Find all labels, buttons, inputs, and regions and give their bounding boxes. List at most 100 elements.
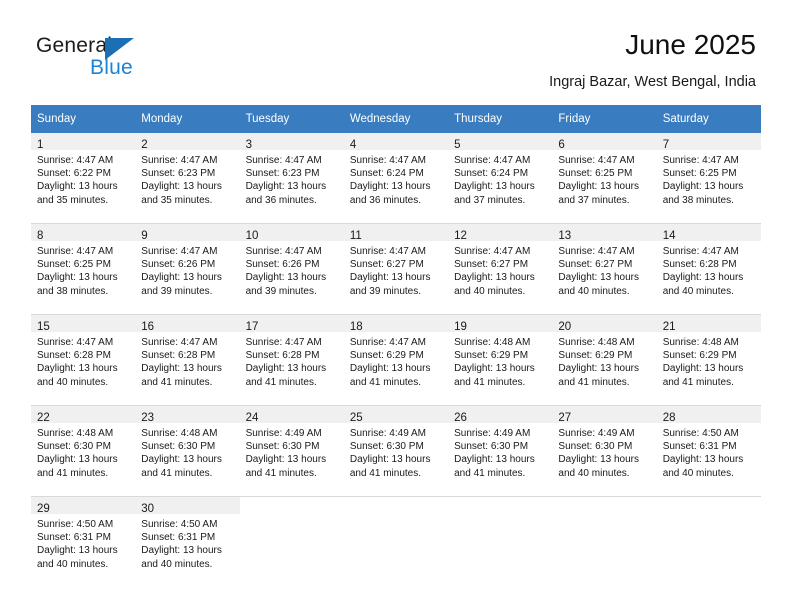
- weekday-header-wednesday: Wednesday: [343, 105, 449, 133]
- day-details: Sunrise: 4:48 AM Sunset: 6:29 PM Daylight:…: [448, 332, 552, 389]
- calendar-cell[interactable]: 1 Sunrise: 4:47 AM Sunset: 6:22 PM Daylight…: [31, 133, 136, 224]
- sunrise-time: Sunrise: 4:47 AM: [37, 155, 114, 166]
- calendar-cell[interactable]: 12 Sunrise: 4:47 AM Sunset: 6:27 PM Dayligh…: [448, 223, 553, 315]
- day-details: Sunrise: 4:48 AM Sunset: 6:30 PM Daylight:…: [135, 423, 239, 480]
- daylight-duration-line2: and 40 minutes.: [37, 376, 109, 388]
- daylight-duration-line2: and 41 minutes.: [141, 376, 213, 388]
- calendar-cell[interactable]: 11 Sunrise: 4:47 AM Sunset: 6:27 PM Dayligh…: [343, 223, 449, 315]
- day-number: 26: [454, 412, 467, 424]
- daylight-duration-line2: and 40 minutes.: [141, 558, 213, 570]
- calendar-cell[interactable]: 17 Sunrise: 4:47 AM Sunset: 6:28 PM Dayligh…: [239, 314, 344, 406]
- day-number: 27: [558, 412, 572, 424]
- daylight-duration-line1: Daylight: 13 hours: [662, 181, 744, 193]
- day-number: 21: [662, 321, 676, 333]
- day-number: 1: [37, 139, 44, 151]
- day-details: Sunrise: 4:47 AM Sunset: 6:26 PM Daylight:…: [135, 241, 239, 298]
- calendar-cell[interactable]: 4 Sunrise: 4:47 AM Sunset: 6:24 PM Daylight…: [343, 133, 449, 224]
- sunset-time: Sunset: 6:28 PM: [245, 350, 320, 362]
- day-number-band: 26: [448, 406, 553, 424]
- day-number: 13: [558, 230, 572, 242]
- sunrise-time: Sunrise: 4:50 AM: [662, 428, 739, 439]
- day-cell: 5 Sunrise: 4:47 AM Sunset: 6:24 PM Daylight…: [448, 133, 553, 223]
- calendar-cell[interactable]: 8 Sunrise: 4:47 AM Sunset: 6:25 PM Daylight…: [31, 223, 136, 315]
- day-number-band: 30: [135, 497, 240, 515]
- day-number: 9: [141, 230, 148, 242]
- calendar-cell[interactable]: 24 Sunrise: 4:49 AM Sunset: 6:30 PM Dayligh…: [239, 405, 344, 497]
- brand-name-general: General: [36, 34, 113, 57]
- day-details: [552, 514, 656, 518]
- calendar-cell[interactable]: 9 Sunrise: 4:47 AM Sunset: 6:26 PM Daylight…: [135, 223, 240, 315]
- sunset-time: Sunset: 6:31 PM: [662, 441, 737, 453]
- daylight-duration-line1: Daylight: 13 hours: [141, 181, 222, 193]
- calendar-cell[interactable]: 30 Sunrise: 4:50 AM Sunset: 6:31 PM Dayligh…: [135, 496, 240, 587]
- calendar-cell[interactable]: 27 Sunrise: 4:49 AM Sunset: 6:30 PM Dayligh…: [552, 405, 657, 497]
- sunrise-time: Sunrise: 4:47 AM: [454, 246, 531, 257]
- calendar-cell[interactable]: 15 Sunrise: 4:47 AM Sunset: 6:28 PM Dayligh…: [31, 314, 136, 406]
- day-number-band: 18: [343, 315, 449, 333]
- calendar-cell[interactable]: 5 Sunrise: 4:47 AM Sunset: 6:24 PM Daylight…: [448, 133, 553, 224]
- daylight-duration-line2: and 41 minutes.: [141, 467, 213, 479]
- sunset-time: Sunset: 6:31 PM: [37, 532, 111, 544]
- daylight-duration-line2: and 40 minutes.: [662, 285, 734, 297]
- brand-logo[interactable]: General Blue: [36, 34, 266, 86]
- calendar-cell[interactable]: 18 Sunrise: 4:47 AM Sunset: 6:29 PM Dayligh…: [343, 314, 449, 406]
- calendar-cell[interactable]: 28 Sunrise: 4:50 AM Sunset: 6:31 PM Dayligh…: [656, 405, 761, 497]
- calendar-cell[interactable]: 7 Sunrise: 4:47 AM Sunset: 6:25 PM Daylight…: [656, 133, 761, 224]
- sunset-time: Sunset: 6:25 PM: [662, 168, 737, 180]
- day-number-band: [240, 497, 344, 514]
- daylight-duration-line2: and 40 minutes.: [558, 285, 630, 297]
- calendar-cell[interactable]: 29 Sunrise: 4:50 AM Sunset: 6:31 PM Dayligh…: [31, 496, 136, 587]
- calendar-cell[interactable]: 23 Sunrise: 4:48 AM Sunset: 6:30 PM Dayligh…: [135, 405, 240, 497]
- calendar-cell[interactable]: 26 Sunrise: 4:49 AM Sunset: 6:30 PM Dayligh…: [448, 405, 553, 497]
- sunset-time: Sunset: 6:29 PM: [349, 350, 424, 362]
- day-cell: 23 Sunrise: 4:48 AM Sunset: 6:30 PM Dayligh…: [135, 406, 240, 496]
- calendar-cell[interactable]: 20 Sunrise: 4:48 AM Sunset: 6:29 PM Dayligh…: [552, 314, 657, 406]
- sunrise-time: Sunrise: 4:48 AM: [37, 428, 114, 439]
- day-number: 29: [37, 503, 50, 515]
- day-number-band: 21: [656, 315, 761, 333]
- sunrise-time: Sunrise: 4:47 AM: [558, 155, 635, 166]
- calendar-cell[interactable]: 14 Sunrise: 4:47 AM Sunset: 6:28 PM Dayligh…: [656, 223, 761, 315]
- day-number-band: 13: [552, 224, 657, 242]
- sunset-time: Sunset: 6:26 PM: [245, 259, 320, 271]
- day-number: 22: [37, 412, 50, 424]
- sunrise-time: Sunrise: 4:49 AM: [349, 428, 426, 439]
- day-cell: 10 Sunrise: 4:47 AM Sunset: 6:26 PM Dayligh…: [239, 224, 344, 314]
- calendar-cell[interactable]: 10 Sunrise: 4:47 AM Sunset: 6:26 PM Dayligh…: [239, 223, 344, 315]
- calendar-cell[interactable]: 22 Sunrise: 4:48 AM Sunset: 6:30 PM Dayligh…: [31, 405, 136, 497]
- calendar-cell[interactable]: 13 Sunrise: 4:47 AM Sunset: 6:27 PM Dayligh…: [552, 223, 657, 315]
- calendar-cell[interactable]: 21 Sunrise: 4:48 AM Sunset: 6:29 PM Dayligh…: [656, 314, 761, 406]
- calendar-cell[interactable]: 3 Sunrise: 4:47 AM Sunset: 6:23 PM Daylight…: [239, 133, 344, 224]
- day-number-band: 25: [343, 406, 449, 424]
- calendar-cell[interactable]: 2 Sunrise: 4:47 AM Sunset: 6:23 PM Daylight…: [135, 133, 240, 224]
- location-subtitle: Ingraj Bazar, West Bengal, India: [549, 74, 756, 90]
- calendar-cell[interactable]: 19 Sunrise: 4:48 AM Sunset: 6:29 PM Dayligh…: [448, 314, 553, 406]
- day-cell: 15 Sunrise: 4:47 AM Sunset: 6:28 PM Dayligh…: [31, 315, 136, 405]
- daylight-duration-line1: Daylight: 13 hours: [558, 363, 640, 375]
- day-cell: 25 Sunrise: 4:49 AM Sunset: 6:30 PM Dayligh…: [343, 406, 449, 496]
- daylight-duration-line1: Daylight: 13 hours: [245, 363, 327, 375]
- day-cell: [240, 497, 344, 587]
- day-number-band: 9: [135, 224, 240, 242]
- day-number-band: 2: [135, 133, 240, 151]
- sunrise-time: Sunrise: 4:49 AM: [245, 428, 322, 439]
- calendar-cell[interactable]: 16 Sunrise: 4:47 AM Sunset: 6:28 PM Dayligh…: [135, 314, 240, 406]
- daylight-duration-line1: Daylight: 13 hours: [37, 545, 118, 557]
- day-details: Sunrise: 4:48 AM Sunset: 6:29 PM Daylight:…: [552, 332, 656, 389]
- day-number: 30: [141, 503, 155, 515]
- sunset-time: Sunset: 6:27 PM: [558, 259, 633, 271]
- day-cell: 12 Sunrise: 4:47 AM Sunset: 6:27 PM Dayligh…: [448, 224, 553, 314]
- daylight-duration-line2: and 39 minutes.: [141, 285, 213, 297]
- day-number-band: 10: [239, 224, 344, 242]
- weekday-header-friday: Friday: [552, 105, 657, 133]
- daylight-duration-line1: Daylight: 13 hours: [37, 181, 118, 193]
- day-number: 17: [245, 321, 259, 333]
- day-cell: 8 Sunrise: 4:47 AM Sunset: 6:25 PM Daylight…: [31, 224, 136, 314]
- sunrise-time: Sunrise: 4:48 AM: [662, 337, 739, 348]
- daylight-duration-line1: Daylight: 13 hours: [141, 272, 222, 284]
- day-number-band: 28: [656, 406, 761, 424]
- calendar-cell: [552, 496, 657, 587]
- calendar-cell[interactable]: 25 Sunrise: 4:49 AM Sunset: 6:30 PM Dayligh…: [343, 405, 449, 497]
- calendar-cell[interactable]: 6 Sunrise: 4:47 AM Sunset: 6:25 PM Daylight…: [552, 133, 657, 224]
- daylight-duration-line1: Daylight: 13 hours: [37, 363, 118, 375]
